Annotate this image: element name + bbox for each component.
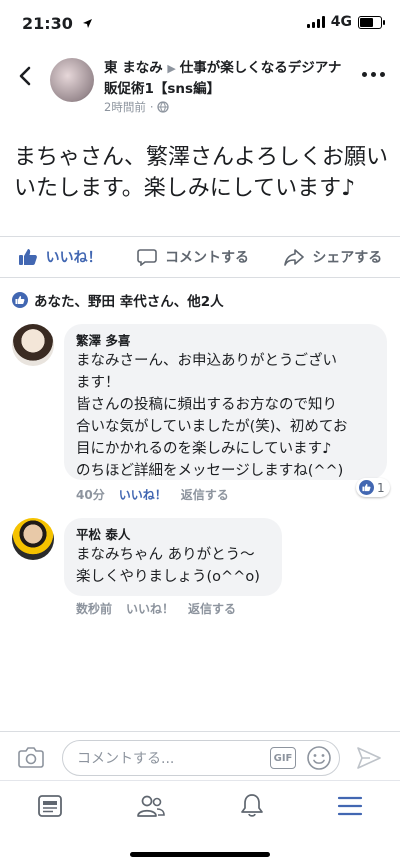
comment-time: 数秒前: [76, 602, 113, 616]
post-text: まちゃさん、繁澤さんよろしくお願いいたします。楽しみにしています♪: [14, 145, 389, 201]
network-label: 4G: [330, 14, 352, 30]
home-indicator: [130, 852, 270, 857]
send-icon: [357, 747, 381, 769]
reactions-text: あなた、野田 幸代さん、他2人: [34, 294, 224, 310]
comment-reply-button[interactable]: 返信する: [181, 486, 229, 503]
comment-line: まなみちゃん ありがとう〜: [76, 547, 255, 563]
comment-like-button[interactable]: いいね！: [126, 600, 174, 617]
comment-label: コメントする: [164, 250, 249, 266]
tab-menu[interactable]: [337, 795, 363, 821]
author-name[interactable]: 東 まなみ: [104, 60, 163, 76]
more-icon: [362, 72, 367, 77]
signal-icon: [306, 16, 325, 28]
back-button[interactable]: [12, 62, 40, 90]
back-icon: [19, 66, 31, 86]
comment-time: 40分: [76, 488, 105, 502]
status-time: 21:30: [22, 14, 93, 33]
tab-notifications[interactable]: [240, 793, 264, 823]
share-button[interactable]: シェアする: [284, 247, 382, 267]
post-meta: 2時間前 ·: [104, 99, 170, 115]
status-time-text: 21:30: [22, 14, 73, 33]
tab-feed[interactable]: [37, 793, 63, 823]
camera-icon: [18, 747, 44, 768]
post-header-title: 東 まなみ ▶ 仕事が楽しくなるデジアナ販促術1【sns編】: [104, 58, 354, 99]
comment-bubble: 平松 泰人 まなみちゃん ありがとう〜 楽しくやりましょう(o^^o): [64, 518, 282, 596]
status-indicators: 4G: [306, 14, 385, 30]
divider: [0, 277, 400, 278]
author-avatar[interactable]: [50, 58, 94, 102]
friends-icon: [137, 795, 166, 817]
comment-reaction-count[interactable]: 1: [356, 478, 390, 497]
comment-reply-button[interactable]: 返信する: [188, 600, 236, 617]
more-button[interactable]: [362, 72, 385, 77]
location-icon: [82, 19, 92, 28]
comment-line: 楽しくやりましょう(o^^o): [76, 569, 260, 585]
like-icon: [18, 249, 37, 265]
comment-meta: 40分 いいね！ 返信する: [76, 486, 229, 503]
commenter-avatar[interactable]: [12, 324, 54, 366]
gif-button[interactable]: GIF: [270, 747, 296, 769]
send-button[interactable]: [356, 746, 382, 774]
reaction-count-text: 1: [377, 480, 385, 495]
post-actions: いいね！ コメントする シェアする: [0, 238, 400, 276]
bell-icon: [240, 794, 263, 817]
arrow-icon: ▶: [167, 62, 180, 75]
like-badge-icon: [12, 292, 28, 308]
battery-icon: [358, 15, 385, 29]
like-button[interactable]: いいね！: [18, 247, 102, 267]
comment-line: 目にかかれるのを楽しみにしています♪: [76, 441, 332, 457]
like-badge-icon: [359, 480, 374, 495]
menu-icon: [338, 796, 363, 816]
comment-button[interactable]: コメントする: [137, 247, 249, 267]
smiley-icon: [307, 746, 331, 770]
globe-icon: [157, 101, 170, 113]
comment-line: 合いな気がしていましたが(笑)、初めてお: [76, 419, 348, 435]
camera-button[interactable]: [18, 745, 44, 773]
post-time: 2時間前: [104, 100, 146, 114]
comment-bubble: 繁澤 多喜 まなみさーん、お申込ありがとうござい ます！ 皆さんの投稿に頻出する…: [64, 324, 387, 480]
like-label: いいね！: [45, 250, 102, 266]
tab-friends[interactable]: [136, 793, 166, 823]
comment-line: のちほど詳細をメッセージしますね(^^): [76, 463, 344, 479]
share-icon: [284, 249, 305, 266]
share-label: シェアする: [312, 250, 383, 266]
commenter-name[interactable]: 平松 泰人: [76, 526, 270, 544]
divider: [0, 731, 400, 732]
comment-line: まなみさーん、お申込ありがとうござい: [76, 353, 337, 369]
comment-icon: [137, 249, 157, 266]
reactions-summary[interactable]: あなた、野田 幸代さん、他2人: [12, 290, 224, 310]
comment-line: 皆さんの投稿に頻出するお方なので知り: [76, 397, 337, 413]
comment-like-button[interactable]: いいね！: [119, 486, 167, 503]
comment-line: ます！: [76, 375, 120, 391]
commenter-name[interactable]: 繁澤 多喜: [76, 332, 375, 350]
comment-meta: 数秒前 いいね！ 返信する: [76, 600, 236, 617]
comment-input[interactable]: コメントする...: [62, 740, 340, 776]
feed-icon: [37, 795, 62, 817]
commenter-avatar[interactable]: [12, 518, 54, 560]
bottom-tab-bar: [0, 780, 400, 835]
sticker-button[interactable]: [306, 745, 332, 775]
divider: [0, 236, 400, 237]
